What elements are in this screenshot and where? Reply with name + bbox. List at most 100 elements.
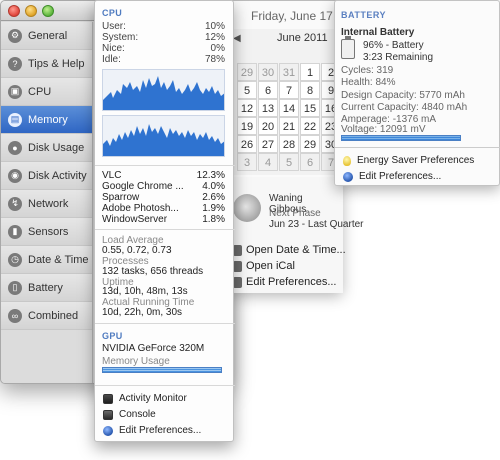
gpu-heading: GPU xyxy=(102,331,123,341)
calendar-month-title: June 2011 xyxy=(277,32,328,44)
process-name: Adobe Photosh... xyxy=(102,203,179,214)
battery-percent: 96% - Battery xyxy=(363,40,424,51)
sidebar-item-cpu[interactable]: ▣ CPU xyxy=(1,78,92,106)
running-time-value: 10d, 22h, 0m, 30s xyxy=(102,307,183,318)
sidebar-item-combined[interactable]: ∞ Combined xyxy=(1,302,92,330)
calendar-day-cell[interactable]: 14 xyxy=(279,99,299,117)
sidebar-item-battery[interactable]: ▯ Battery xyxy=(1,274,92,302)
calendar-day-cell[interactable]: 6 xyxy=(300,153,320,171)
network-icon: ↯ xyxy=(8,196,22,211)
process-value: 1.9% xyxy=(202,203,225,214)
minimize-window-button[interactable] xyxy=(25,5,37,17)
globe-icon xyxy=(343,171,353,182)
process-value: 4.0% xyxy=(202,181,225,192)
calendar-day-cell[interactable]: 8 xyxy=(300,81,320,99)
calendar-day-cell[interactable]: 5 xyxy=(237,81,257,99)
calendar-date-header: Friday, June 17, 2 xyxy=(251,9,347,23)
console-label: Console xyxy=(119,409,156,420)
cpu-separator-4 xyxy=(95,385,235,386)
thermometer-icon: ▮ xyxy=(8,224,22,239)
calendar-prev-arrow-icon[interactable]: ◀ xyxy=(233,33,241,44)
calendar-menu: Friday, June 17, 2 ◀ June 2011 29 30 31 1 2 5… xyxy=(232,0,364,293)
screenshot-stage: ⚙ General? Tips & Help ▣ CPU ▤ Memory ● Disk Usa… xyxy=(0,0,500,460)
calendar-day-cell[interactable]: 26 xyxy=(237,135,257,153)
cpu-history-graph-core-2 xyxy=(102,115,225,157)
calendar-edit-preferences-menu-item[interactable]: Edit Preferences... xyxy=(233,276,337,288)
cpu-system-row: System: 12% xyxy=(102,32,225,43)
calendar-day-cell[interactable]: 12 xyxy=(237,99,257,117)
calendar-day-cell[interactable]: 6 xyxy=(258,81,278,99)
calendar-day-cell[interactable]: 22 xyxy=(300,117,320,135)
open-date-time-label: Open Date & Time... xyxy=(246,244,346,256)
cpu-graph-1-svg xyxy=(103,76,224,110)
calendar-day-cell[interactable]: 7 xyxy=(279,81,299,99)
battery-voltage: Voltage: 12091 mV xyxy=(341,124,426,135)
calendar-day-cell[interactable]: 29 xyxy=(237,63,257,81)
sidebar-item-label: Date & Time xyxy=(28,253,89,266)
gpu-name: NVIDIA GeForce 320M xyxy=(102,343,205,354)
sidebar-item-label: General xyxy=(28,29,68,42)
cpu-separator-1 xyxy=(95,165,235,166)
process-value: 2.6% xyxy=(202,192,225,203)
link-icon: ∞ xyxy=(8,308,22,323)
cpu-nice-value: 0% xyxy=(210,43,225,54)
uptime-value: 13d, 10h, 48m, 13s xyxy=(102,286,188,297)
calendar-day-cell[interactable]: 19 xyxy=(237,117,257,135)
calendar-day-cell[interactable]: 15 xyxy=(300,99,320,117)
open-ical-menu-item[interactable]: Open iCal xyxy=(233,260,295,272)
sidebar-item-label: Combined xyxy=(28,309,79,322)
calendar-edit-preferences-label: Edit Preferences... xyxy=(246,276,337,288)
sidebar-item-network[interactable]: ↯ Network xyxy=(1,190,92,218)
open-ical-label: Open iCal xyxy=(246,260,295,272)
sidebar-item-sensors[interactable]: ▮ Sensors xyxy=(1,218,92,246)
sidebar-item-date-time[interactable]: ◷ Date & Time xyxy=(1,246,92,274)
energy-saver-label: Energy Saver Preferences xyxy=(357,155,475,166)
process-name: Google Chrome ... xyxy=(102,181,184,192)
sidebar-item-memory[interactable]: ▤ Memory xyxy=(1,106,92,134)
moon-next-phase-date: Jun 23 - Last Quarter xyxy=(269,219,364,230)
sidebar-item-label: Battery xyxy=(28,281,63,294)
cpu-separator-2 xyxy=(95,229,235,230)
cpu-edit-preferences-menu-item[interactable]: Edit Preferences... xyxy=(103,425,201,436)
process-row: Sparrow 2.6% xyxy=(102,192,225,203)
calendar-day-cell[interactable]: 3 xyxy=(237,153,257,171)
activity-monitor-label: Activity Monitor xyxy=(119,393,187,404)
energy-saver-menu-item[interactable]: Energy Saver Preferences xyxy=(343,155,474,166)
cpu-separator-3 xyxy=(95,323,235,324)
calendar-day-cell[interactable]: 13 xyxy=(258,99,278,117)
calendar-day-cell[interactable]: 4 xyxy=(258,153,278,171)
cpu-user-row: User: 10% xyxy=(102,21,225,32)
process-value: 1.8% xyxy=(202,214,225,225)
console-menu-item[interactable]: Console xyxy=(103,409,156,420)
sidebar-item-label: Sensors xyxy=(28,225,69,238)
calendar-day-cell[interactable]: 29 xyxy=(300,135,320,153)
battery-current-capacity: Current Capacity: 4840 mAh xyxy=(341,102,468,113)
sidebar-item-general[interactable]: ⚙ General xyxy=(1,22,92,50)
cpu-graph-2-svg xyxy=(103,124,224,156)
calendar-day-cell[interactable]: 31 xyxy=(279,63,299,81)
load-average-value: 0.55, 0.72, 0.73 xyxy=(102,245,172,256)
calendar-day-cell[interactable]: 21 xyxy=(279,117,299,135)
calendar-day-cell[interactable]: 5 xyxy=(279,153,299,171)
open-date-time-menu-item[interactable]: Open Date & Time... xyxy=(233,244,346,256)
calendar-day-cell[interactable]: 28 xyxy=(279,135,299,153)
calendar-icon xyxy=(233,260,242,272)
cpu-heading: CPU xyxy=(102,8,123,18)
calendar-day-cell[interactable]: 1 xyxy=(300,63,320,81)
calendar-day-cell[interactable]: 27 xyxy=(258,135,278,153)
battery-design-capacity: Design Capacity: 5770 mAh xyxy=(341,90,465,101)
activity-monitor-menu-item[interactable]: Activity Monitor xyxy=(103,393,187,404)
cpu-user-value: 10% xyxy=(204,21,225,32)
disk-activity-icon: ◉ xyxy=(8,168,22,183)
calendar-day-cell[interactable]: 30 xyxy=(258,63,278,81)
globe-icon xyxy=(103,425,113,436)
sidebar-item-tips-help[interactable]: ? Tips & Help xyxy=(1,50,92,78)
cpu-user-label: User: xyxy=(102,21,126,32)
zoom-window-button[interactable] xyxy=(42,5,54,17)
calendar-day-cell[interactable]: 20 xyxy=(258,117,278,135)
memory-usage-label: Memory Usage xyxy=(102,356,170,367)
close-window-button[interactable] xyxy=(8,5,20,17)
battery-edit-preferences-menu-item[interactable]: Edit Preferences... xyxy=(343,171,441,182)
sidebar-item-disk-activity[interactable]: ◉ Disk Activity xyxy=(1,162,92,190)
sidebar-item-disk-usage[interactable]: ● Disk Usage xyxy=(1,134,92,162)
